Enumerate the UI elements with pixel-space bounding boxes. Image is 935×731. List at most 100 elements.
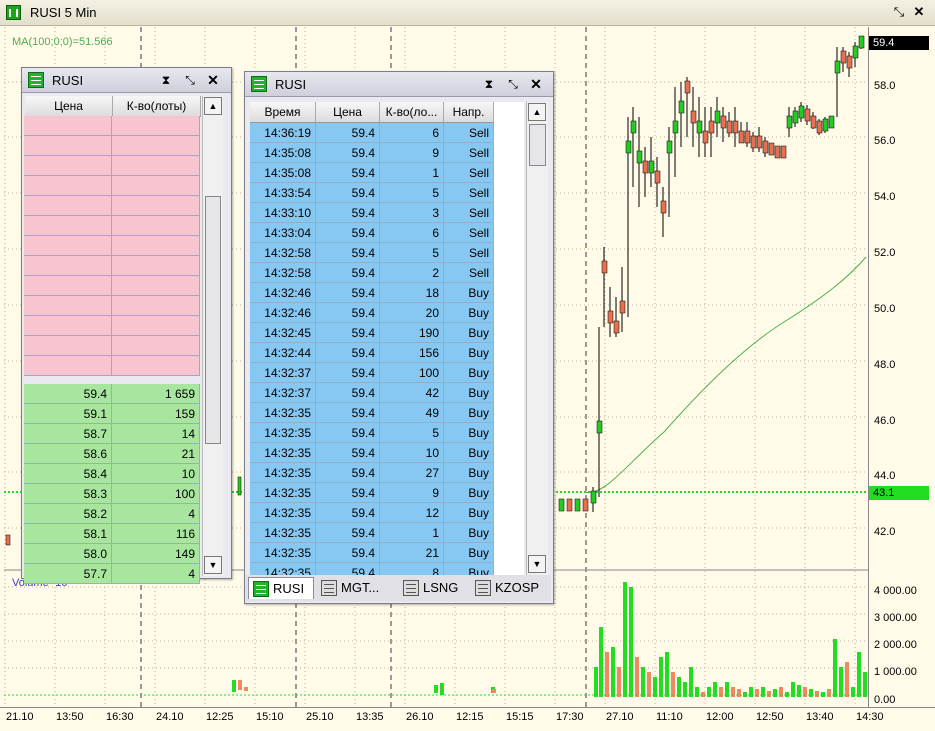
trade-row[interactable]: 14:32:37 59.4 100 Buy: [250, 363, 494, 383]
orderbook-bid-row[interactable]: 58.3 100: [24, 484, 200, 504]
candle-body: [636, 150, 643, 164]
trade-row[interactable]: 14:32:37 59.4 42 Buy: [250, 383, 494, 403]
scroll-thumb[interactable]: [205, 196, 221, 444]
trade-qty-cell: 21: [380, 543, 444, 563]
orderbook-ask-row[interactable]: [24, 116, 200, 136]
scroll-down-arrow-icon[interactable]: ▼: [204, 556, 222, 574]
tab-mgt[interactable]: MGT...: [317, 577, 397, 599]
orderbook-ask-row[interactable]: [24, 176, 200, 196]
col-qty-header[interactable]: К-во(лоты): [113, 96, 201, 116]
trade-row[interactable]: 14:32:46 59.4 20 Buy: [250, 303, 494, 323]
candle-body: [738, 130, 745, 144]
ask-price-cell: [24, 256, 112, 276]
trade-price-cell: 59.4: [316, 523, 380, 543]
orderbook-bid-row[interactable]: 58.0 149: [24, 544, 200, 564]
scroll-up-arrow-icon[interactable]: ▲: [528, 103, 546, 121]
trade-row[interactable]: 14:33:04 59.4 6 Sell: [250, 223, 494, 243]
volume-bar: [599, 627, 603, 697]
trade-row[interactable]: 14:32:35 59.4 1 Buy: [250, 523, 494, 543]
col-time-header[interactable]: Время: [250, 102, 316, 122]
col-direction-header[interactable]: Напр.: [444, 102, 494, 122]
trade-direction-cell: Buy: [444, 303, 494, 323]
trade-qty-cell: 3: [380, 203, 444, 223]
orderbook-ask-row[interactable]: [24, 136, 200, 156]
trade-row[interactable]: 14:32:45 59.4 190 Buy: [250, 323, 494, 343]
orderbook-ask-row[interactable]: [24, 296, 200, 316]
trade-row[interactable]: 14:36:19 59.4 6 Sell: [250, 123, 494, 143]
orderbook-bid-row[interactable]: 57.7 4: [24, 564, 200, 584]
orderbook-ask-row[interactable]: [24, 276, 200, 296]
trade-row[interactable]: 14:32:35 59.4 12 Buy: [250, 503, 494, 523]
scroll-down-arrow-icon[interactable]: ▼: [528, 555, 546, 573]
orderbook-bid-row[interactable]: 59.4 1 659: [24, 384, 200, 404]
orderbook-bid-row[interactable]: 58.1 116: [24, 524, 200, 544]
scroll-up-arrow-icon[interactable]: ▲: [204, 97, 222, 115]
trade-row[interactable]: 14:32:35 59.4 27 Buy: [250, 463, 494, 483]
orderbook-ask-row[interactable]: [24, 356, 200, 376]
orderbook-ask-row[interactable]: [24, 216, 200, 236]
trade-row[interactable]: 14:32:35 59.4 5 Buy: [250, 423, 494, 443]
trades-table-header: Время Цена К-во(ло... Напр.: [250, 102, 494, 123]
orderbook-ask-row[interactable]: [24, 336, 200, 356]
trade-row[interactable]: 14:32:35 59.4 49 Buy: [250, 403, 494, 423]
col-price-header[interactable]: Цена: [316, 102, 380, 122]
last-price-tag: 59.4: [869, 36, 929, 50]
trade-row[interactable]: 14:32:46 59.4 18 Buy: [250, 283, 494, 303]
trade-direction-cell: Sell: [444, 183, 494, 203]
candle-body: [582, 498, 589, 512]
orderbook-ask-row[interactable]: [24, 156, 200, 176]
trade-row[interactable]: 14:33:54 59.4 5 Sell: [250, 183, 494, 203]
tab-rusi[interactable]: RUSI: [248, 577, 314, 599]
maximize-icon[interactable]: ⤡: [182, 72, 198, 88]
trade-row[interactable]: 14:32:58 59.4 5 Sell: [250, 243, 494, 263]
bid-qty-cell: 10: [112, 464, 200, 484]
chart-title: RUSI 5 Min: [30, 5, 97, 20]
orderbook-ask-row[interactable]: [24, 236, 200, 256]
trade-qty-cell: 5: [380, 423, 444, 443]
close-icon[interactable]: ✕: [205, 72, 221, 88]
orderbook-scrollbar[interactable]: ▲ ▼: [202, 96, 223, 576]
trade-row[interactable]: 14:32:35 59.4 10 Buy: [250, 443, 494, 463]
collapse-icon[interactable]: ⧗: [158, 72, 174, 88]
ask-qty-cell: [112, 356, 200, 376]
trade-row[interactable]: 14:35:08 59.4 9 Sell: [250, 143, 494, 163]
orderbook-bid-row[interactable]: 58.6 21: [24, 444, 200, 464]
trade-price-cell: 59.4: [316, 423, 380, 443]
orderbook-bid-row[interactable]: 59.1 159: [24, 404, 200, 424]
trade-direction-cell: Sell: [444, 163, 494, 183]
trade-direction-cell: Sell: [444, 223, 494, 243]
close-icon[interactable]: ✕: [911, 3, 927, 21]
trade-row[interactable]: 14:32:35 59.4 8 Buy: [250, 563, 494, 575]
orderbook-bid-row[interactable]: 58.2 4: [24, 504, 200, 524]
ask-price-cell: [24, 236, 112, 256]
trade-row[interactable]: 14:33:10 59.4 3 Sell: [250, 203, 494, 223]
col-qty-header[interactable]: К-во(ло...: [380, 102, 444, 122]
trade-row[interactable]: 14:32:35 59.4 9 Buy: [250, 483, 494, 503]
scroll-thumb[interactable]: [529, 124, 546, 166]
candle-body: [840, 50, 847, 64]
ask-qty-cell: [112, 156, 200, 176]
tab-lsng[interactable]: LSNG: [399, 577, 469, 599]
ask-qty-cell: [112, 216, 200, 236]
trade-row[interactable]: 14:32:44 59.4 156 Buy: [250, 343, 494, 363]
candle-body: [834, 60, 841, 74]
tab-kzosp[interactable]: KZOSP: [471, 577, 549, 599]
trade-row[interactable]: 14:35:08 59.4 1 Sell: [250, 163, 494, 183]
collapse-icon[interactable]: ⧗: [481, 76, 497, 92]
orderbook-ask-row[interactable]: [24, 316, 200, 336]
maximize-icon[interactable]: ⤡: [505, 76, 521, 92]
orderbook-ask-row[interactable]: [24, 256, 200, 276]
orderbook-bid-row[interactable]: 58.7 14: [24, 424, 200, 444]
trade-row[interactable]: 14:32:35 59.4 21 Buy: [250, 543, 494, 563]
trades-icon: [251, 76, 267, 92]
trades-scrollbar[interactable]: ▲ ▼: [526, 102, 548, 575]
orderbook-ask-row[interactable]: [24, 196, 200, 216]
minimize-icon[interactable]: ⤡: [891, 3, 907, 21]
trade-row[interactable]: 14:32:58 59.4 2 Sell: [250, 263, 494, 283]
orderbook-header[interactable]: RUSI ⧗ ⤡ ✕: [22, 68, 231, 93]
orderbook-bid-row[interactable]: 58.4 10: [24, 464, 200, 484]
close-icon[interactable]: ✕: [528, 76, 544, 92]
trades-header[interactable]: RUSI ⧗ ⤡ ✕: [245, 72, 553, 97]
col-price-header[interactable]: Цена: [25, 96, 113, 116]
candle-body: [625, 140, 632, 154]
